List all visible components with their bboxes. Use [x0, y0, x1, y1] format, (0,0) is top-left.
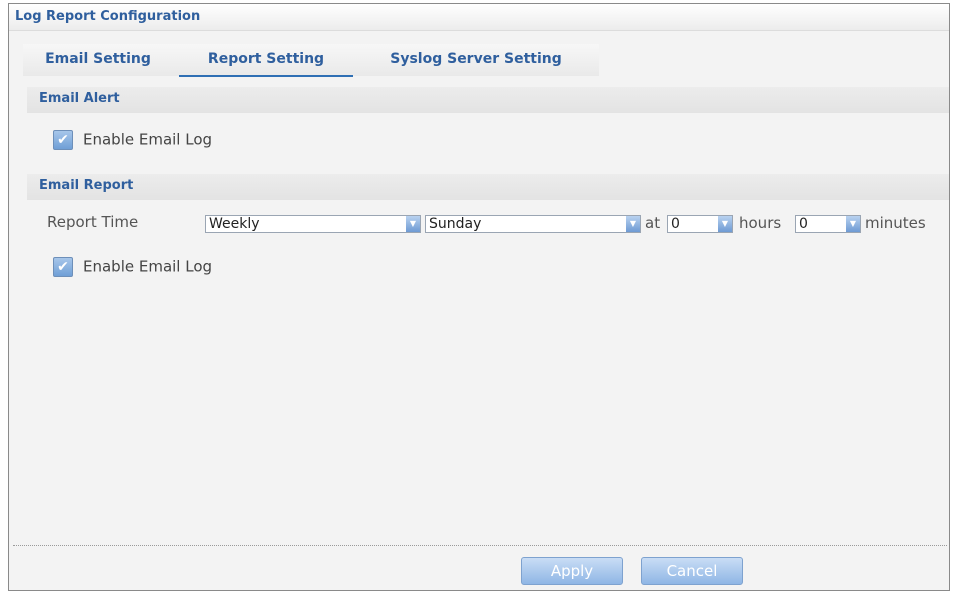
frequency-select[interactable]: Weekly ▼ — [205, 215, 421, 233]
email-alert-enable-label: Enable Email Log — [83, 130, 213, 149]
dropdown-arrow-icon[interactable]: ▼ — [406, 216, 420, 232]
email-report-heading: Email Report — [39, 178, 134, 193]
hour-value: 0 — [671, 216, 680, 232]
at-label: at — [645, 214, 661, 232]
checkmark-icon[interactable]: ✔ — [53, 257, 73, 277]
apply-button[interactable]: Apply — [521, 557, 623, 585]
tab-bar: Email Setting Report Setting Syslog Serv… — [23, 44, 599, 77]
hours-label: hours — [739, 214, 782, 232]
email-alert-enable-row[interactable]: ✔ Enable Email Log — [53, 130, 212, 152]
dropdown-arrow-icon[interactable]: ▼ — [718, 216, 732, 232]
tab-report-setting[interactable]: Report Setting — [179, 51, 353, 77]
tab-syslog-server-setting[interactable]: Syslog Server Setting — [373, 51, 579, 75]
cancel-button[interactable]: Cancel — [641, 557, 743, 585]
email-report-enable-row[interactable]: ✔ Enable Email Log — [53, 257, 212, 279]
tab-email-setting[interactable]: Email Setting — [37, 51, 159, 75]
day-select[interactable]: Sunday ▼ — [425, 215, 641, 233]
dropdown-arrow-icon[interactable]: ▼ — [846, 216, 860, 232]
minute-value: 0 — [799, 216, 808, 232]
minutes-label: minutes — [865, 214, 926, 232]
email-alert-section-header: Email Alert — [27, 87, 949, 113]
window-title: Log Report Configuration — [15, 9, 201, 24]
email-alert-heading: Email Alert — [39, 91, 120, 106]
minute-select[interactable]: 0 ▼ — [795, 215, 861, 233]
frequency-value: Weekly — [209, 216, 260, 232]
dropdown-arrow-icon[interactable]: ▼ — [626, 216, 640, 232]
hour-select[interactable]: 0 ▼ — [667, 215, 733, 233]
footer-divider — [13, 545, 947, 546]
report-time-label: Report Time — [47, 213, 139, 231]
checkmark-icon[interactable]: ✔ — [53, 130, 73, 150]
log-report-window: Log Report Configuration Email Setting R… — [8, 3, 950, 591]
title-bar: Log Report Configuration — [9, 4, 949, 31]
email-report-enable-label: Enable Email Log — [83, 257, 213, 276]
email-report-section-header: Email Report — [27, 174, 949, 200]
day-value: Sunday — [429, 216, 482, 232]
